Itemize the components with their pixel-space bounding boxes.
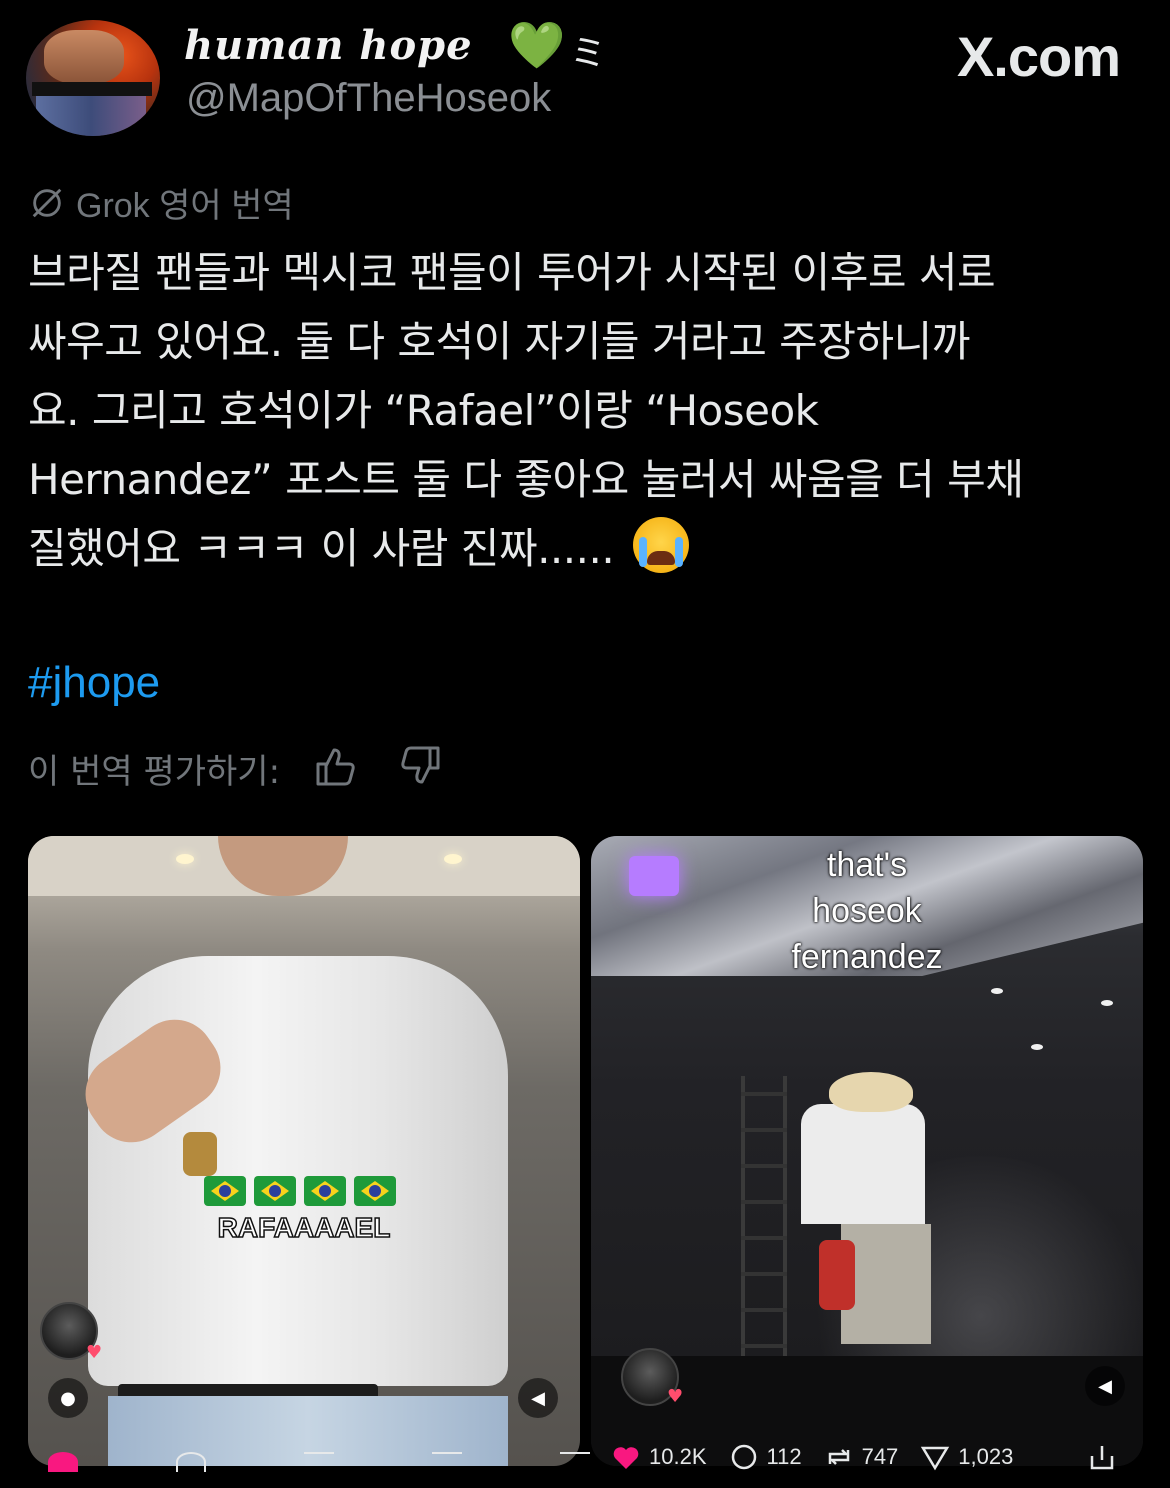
crying-face-icon <box>633 517 690 573</box>
name-suffix: ミ <box>570 33 607 74</box>
repost-stat[interactable]: 747 <box>824 1442 899 1472</box>
left-video-stats <box>48 1452 590 1472</box>
avatar-torso <box>44 30 124 84</box>
caption-line: that's <box>826 846 908 884</box>
video-thumbnail-left[interactable]: RAFAAAAEL ♥ ● ◀ <box>28 836 580 1466</box>
save-stat[interactable]: 1,023 <box>920 1442 1013 1472</box>
profile-icon[interactable]: ● <box>48 1378 88 1418</box>
avatar-belt <box>32 82 152 96</box>
send-icon <box>921 1446 950 1471</box>
video-thumbnail-right[interactable]: that's hoseok fernandez ♥ ◀ <box>591 836 1143 1466</box>
user-handle[interactable]: @MapOfTheHoseok <box>186 76 551 121</box>
like-count: 10.2K <box>649 1444 707 1469</box>
send-icon[interactable] <box>432 1452 462 1472</box>
wristwatch <box>183 1132 217 1176</box>
tweet-line: 요. 그리고 호석이가 “Rafael”이랑 “Hoseok <box>28 386 819 435</box>
volume-icon[interactable]: ◀ <box>518 1378 558 1418</box>
heart-icon[interactable] <box>48 1452 78 1472</box>
brazil-flag-icon <box>304 1176 346 1206</box>
caption-line: fernandez <box>791 938 943 976</box>
volume-icon[interactable]: ◀ <box>1085 1366 1125 1406</box>
comment-stat[interactable]: 112 <box>729 1442 802 1472</box>
heart-icon <box>613 1447 639 1469</box>
hashtag-link[interactable]: #jhope <box>28 658 160 708</box>
tweet-line: 싸우고 있어요. 둘 다 호석이 자기들 거라고 주장하니까 <box>28 317 970 366</box>
translation-notice[interactable]: Grok 영어 번역 <box>28 178 294 227</box>
translation-notice-text: Grok 영어 번역 <box>76 187 294 225</box>
site-watermark: X.com <box>956 25 1121 88</box>
brazil-flag-icon <box>254 1176 296 1206</box>
heart-icon: ♥ <box>86 1342 103 1363</box>
white-shirt <box>88 956 508 1386</box>
tweet-line: 브라질 팬들과 멕시코 팬들이 투어가 시작된 이후로 서로 <box>28 248 996 297</box>
ceiling-light <box>176 854 194 864</box>
grok-icon <box>32 188 62 217</box>
red-towel <box>819 1240 855 1310</box>
tweet-line: Hernandez” 포스트 둘 다 좋아요 눌러서 싸움을 더 부채 <box>28 455 1024 504</box>
green-heart-emoji: 💚 <box>508 18 566 72</box>
tweet-line: 질했어요 ㅋㅋㅋ 이 사람 진짜...... <box>28 514 1148 583</box>
thumbs-down-icon[interactable] <box>398 744 444 788</box>
caption-line: hoseok <box>812 892 922 930</box>
spotlight <box>1031 1044 1043 1050</box>
brazil-flag-icon <box>204 1176 246 1206</box>
tweet-line-text: 질했어요 ㅋㅋㅋ 이 사람 진짜...... <box>28 524 615 573</box>
save-count: 1,023 <box>958 1444 1014 1469</box>
comment-count: 112 <box>766 1444 802 1469</box>
spotlight <box>1101 1000 1113 1006</box>
performer-shirt <box>801 1104 925 1224</box>
repost-icon <box>828 1449 849 1465</box>
comment-icon <box>731 1444 756 1470</box>
brazil-flags <box>204 1176 396 1206</box>
brazil-flag-icon <box>354 1176 396 1206</box>
share-icon[interactable] <box>560 1452 590 1472</box>
heart-icon: ♥ <box>667 1386 684 1407</box>
repost-count: 747 <box>861 1444 899 1469</box>
avatar-jeans <box>36 96 146 136</box>
repost-icon[interactable] <box>304 1452 334 1472</box>
video-stats: 10.2K 112 747 1,023 <box>611 1442 1117 1472</box>
profile-avatar[interactable] <box>26 20 160 136</box>
video-caption-left: RAFAAAAEL <box>217 1211 391 1244</box>
spotlight <box>991 988 1003 994</box>
like-stat[interactable]: 10.2K <box>611 1442 707 1472</box>
cowboy-hat <box>829 1072 913 1112</box>
comment-icon[interactable] <box>176 1452 206 1472</box>
display-name[interactable]: human hope <box>184 22 473 69</box>
rate-translation-label: 이 번역 평가하기: <box>28 752 281 792</box>
ceiling-light <box>444 854 462 864</box>
tweet-text: 브라질 팬들과 멕시코 팬들이 투어가 시작된 이후로 서로 싸우고 있어요. … <box>28 238 1148 583</box>
share-icon[interactable] <box>1087 1442 1117 1472</box>
video-caption-right: that's hoseok fernandez <box>591 842 1143 980</box>
thumbs-up-icon[interactable] <box>312 744 358 788</box>
